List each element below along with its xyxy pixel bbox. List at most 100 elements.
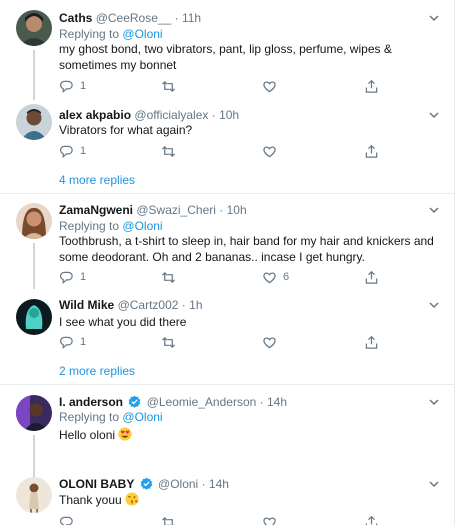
like-button[interactable] xyxy=(262,334,283,350)
heart-icon xyxy=(263,336,276,348)
tweet-text: Toothbrush, a t-shirt to sleep in, hair … xyxy=(59,234,434,264)
reply-count: 1 xyxy=(80,336,87,348)
chevron-down-icon[interactable] xyxy=(428,12,440,24)
reply-tweet-anderson[interactable]: I. anderson @Leomie_Anderson · 14h Reply… xyxy=(0,385,454,477)
reply-tweet-wild-mike[interactable]: Wild Mike @Cartz002 · 1h I see what you … xyxy=(0,289,454,355)
retweet-button[interactable] xyxy=(161,269,182,285)
timestamp[interactable]: 14h xyxy=(209,477,229,491)
separator-dot: · xyxy=(211,108,216,122)
blowing-kiss-emoji-icon xyxy=(125,492,139,506)
show-more-replies-link[interactable]: 2 more replies xyxy=(59,364,135,378)
timestamp[interactable]: 10h xyxy=(227,203,247,217)
tweet-header: OLONI BABY @Oloni · 14h xyxy=(59,477,229,492)
reply-count: 1 xyxy=(80,145,87,157)
heart-icon xyxy=(263,271,276,283)
thread-line xyxy=(33,50,35,100)
mention-link[interactable]: @Oloni xyxy=(122,27,162,41)
replying-to: Replying to @Oloni xyxy=(59,219,163,234)
reply-tweet-alex[interactable]: alex akpabio @officialyalex · 10h Vibrat… xyxy=(0,100,454,164)
user-handle[interactable]: @CeeRose__ xyxy=(96,11,172,25)
avatar[interactable] xyxy=(16,299,52,335)
display-name[interactable]: Caths xyxy=(59,11,92,25)
separator-dot: · xyxy=(219,203,224,217)
share-button[interactable] xyxy=(364,334,379,350)
tweet-text: Thank youu xyxy=(59,493,122,507)
separator-dot: · xyxy=(181,298,186,312)
chevron-down-icon[interactable] xyxy=(428,299,440,311)
share-icon xyxy=(365,144,378,158)
timestamp[interactable]: 11h xyxy=(182,11,201,25)
user-handle[interactable]: @Oloni xyxy=(158,477,198,491)
timestamp[interactable]: 1h xyxy=(189,298,202,312)
display-name[interactable]: I. anderson xyxy=(59,395,123,409)
retweet-icon xyxy=(161,271,176,283)
separator-dot: · xyxy=(259,395,264,409)
chevron-down-icon[interactable] xyxy=(428,204,440,216)
separator-dot: · xyxy=(174,11,179,25)
reply-icon xyxy=(60,271,73,284)
like-button[interactable] xyxy=(262,78,283,94)
like-button[interactable]: 6 xyxy=(262,269,289,285)
retweet-button[interactable] xyxy=(161,143,182,159)
display-name[interactable]: ZamaNgweni xyxy=(59,203,133,217)
tweet-header: Caths @CeeRose__ · 11h xyxy=(59,11,201,26)
timestamp[interactable]: 14h xyxy=(267,395,287,409)
like-button[interactable] xyxy=(262,514,277,525)
chevron-down-icon[interactable] xyxy=(428,478,440,490)
reply-button[interactable]: 1 xyxy=(59,334,86,350)
display-name[interactable]: OLONI BABY xyxy=(59,477,134,491)
verified-badge-icon xyxy=(129,395,141,408)
replying-to-label: Replying to xyxy=(59,219,120,233)
display-name[interactable]: alex akpabio xyxy=(59,108,131,122)
show-more-replies-link[interactable]: 4 more replies xyxy=(59,173,135,187)
tweet-text: Hello oloni xyxy=(59,428,116,442)
reply-tweet-oloni[interactable]: OLONI BABY @Oloni · 14h Thank youu xyxy=(0,465,454,525)
tweet-header: Wild Mike @Cartz002 · 1h xyxy=(59,298,203,313)
like-count: 6 xyxy=(283,271,290,283)
replying-to-label: Replying to xyxy=(59,27,120,41)
tweet-header: alex akpabio @officialyalex · 10h xyxy=(59,108,239,123)
share-icon xyxy=(365,335,378,349)
like-button[interactable] xyxy=(262,143,283,159)
avatar[interactable] xyxy=(16,395,52,431)
reply-button[interactable]: 1 xyxy=(59,143,86,159)
avatar[interactable] xyxy=(16,477,52,513)
reply-icon xyxy=(60,145,73,158)
mention-link[interactable]: @Oloni xyxy=(122,219,162,233)
avatar[interactable] xyxy=(16,203,52,239)
user-handle[interactable]: @Leomie_Anderson xyxy=(147,395,257,409)
share-button[interactable] xyxy=(364,143,379,159)
tweet-actions: 1 6 xyxy=(59,269,399,285)
chevron-down-icon[interactable] xyxy=(428,109,440,121)
share-button[interactable] xyxy=(364,269,379,285)
display-name[interactable]: Wild Mike xyxy=(59,298,114,312)
avatar[interactable] xyxy=(16,104,52,140)
retweet-icon xyxy=(161,145,176,157)
reply-tweet-zamangweni[interactable]: ZamaNgweni @Swazi_Cheri · 10h Replying t… xyxy=(0,194,454,289)
retweet-button[interactable] xyxy=(161,334,182,350)
reply-count: 1 xyxy=(80,271,87,283)
reply-button[interactable]: 1 xyxy=(59,78,86,94)
replies-thread: Caths @CeeRose__ · 11h Replying to @Olon… xyxy=(0,0,455,525)
user-handle[interactable]: @Cartz002 xyxy=(118,298,179,312)
retweet-icon xyxy=(161,336,176,348)
timestamp[interactable]: 10h xyxy=(219,108,239,122)
tweet-text-row: Thank youu xyxy=(59,492,444,509)
replying-to: Replying to @Oloni xyxy=(59,410,163,425)
replying-to-label: Replying to xyxy=(59,410,120,424)
reply-button[interactable] xyxy=(59,514,74,525)
share-button[interactable] xyxy=(364,78,379,94)
retweet-button[interactable] xyxy=(161,514,176,525)
tweet-actions: 1 xyxy=(59,78,399,94)
mention-link[interactable]: @Oloni xyxy=(122,410,162,424)
user-handle[interactable]: @Swazi_Cheri xyxy=(136,203,216,217)
user-handle[interactable]: @officialyalex xyxy=(134,108,208,122)
tweet-text: I see what you did there xyxy=(59,315,187,329)
reply-button[interactable]: 1 xyxy=(59,269,86,285)
avatar[interactable] xyxy=(16,10,52,46)
share-button[interactable] xyxy=(364,514,379,525)
chevron-down-icon[interactable] xyxy=(428,396,440,408)
reply-tweet-caths[interactable]: Caths @CeeRose__ · 11h Replying to @Olon… xyxy=(0,0,454,100)
retweet-button[interactable] xyxy=(161,78,182,94)
tweet-actions: 1 xyxy=(59,143,399,159)
